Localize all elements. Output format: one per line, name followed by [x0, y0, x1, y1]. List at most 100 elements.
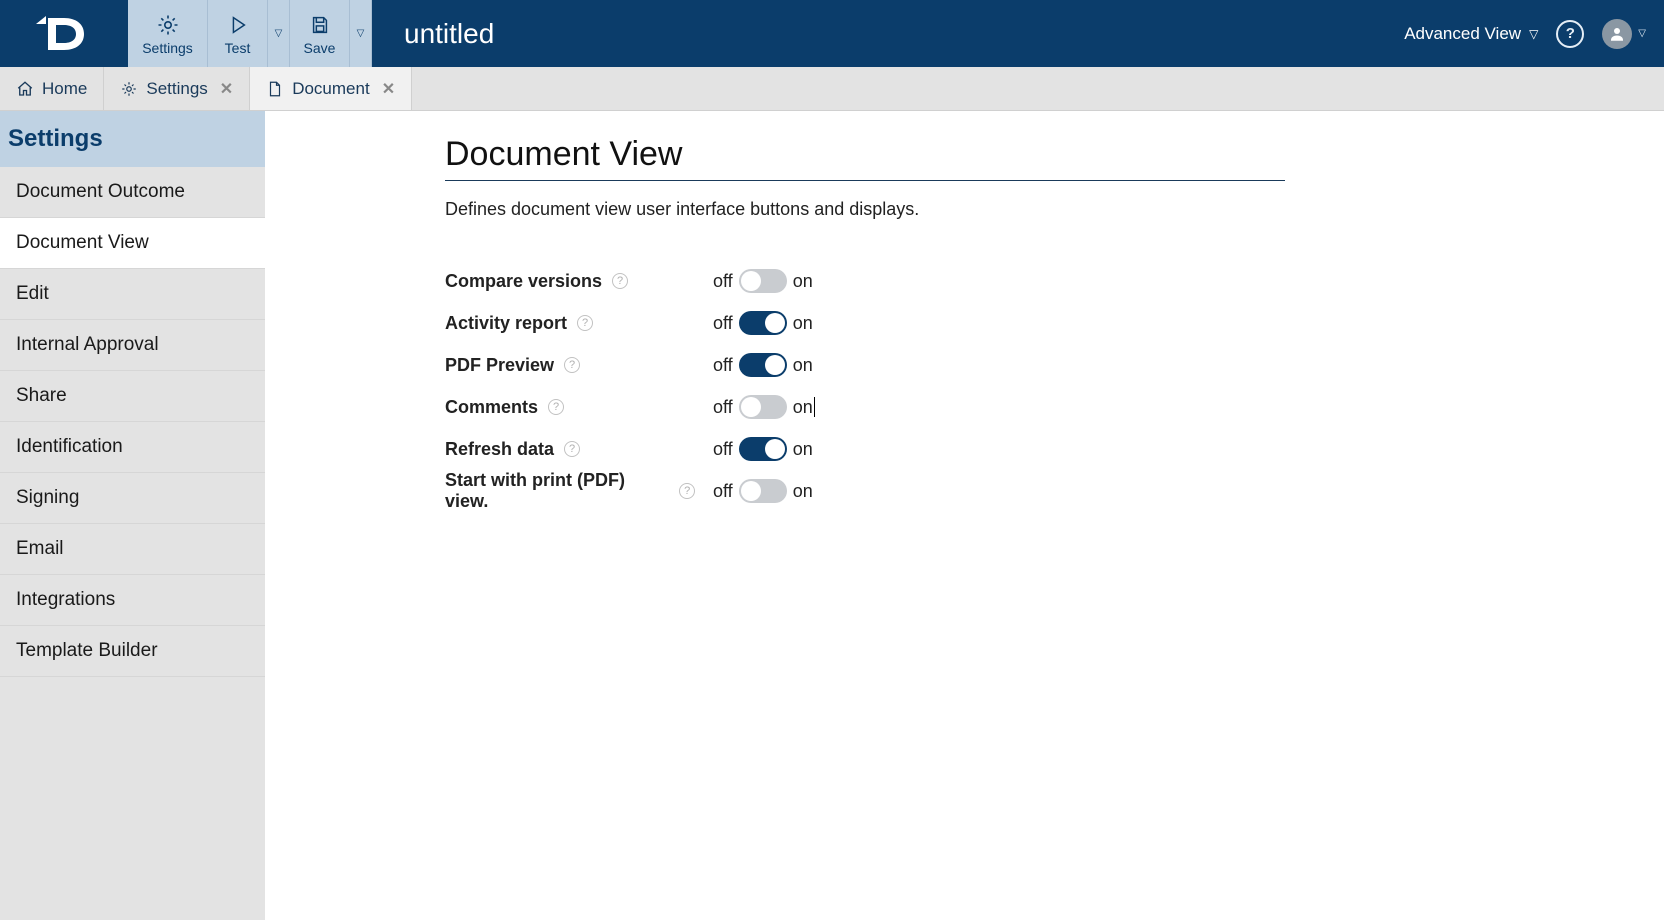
toggle-switch[interactable]	[739, 353, 787, 377]
sidebar-item-edit[interactable]: Edit	[0, 269, 265, 320]
topbar-right: Advanced View ▽ ? ▽	[1404, 0, 1664, 67]
toolbar-test-label: Test	[225, 40, 251, 56]
toolbar-save-dropdown[interactable]: ▽	[350, 0, 372, 67]
gear-icon	[120, 80, 138, 98]
off-label: off	[713, 271, 733, 292]
on-label: on	[793, 439, 813, 460]
setting-row: Refresh data? off on	[445, 428, 1285, 470]
toggle-switch[interactable]	[739, 479, 787, 503]
setting-label: PDF Preview?	[445, 355, 695, 376]
home-icon	[16, 80, 34, 98]
sidebar-item-internal-approval[interactable]: Internal Approval	[0, 320, 265, 371]
toggle-knob	[741, 481, 761, 501]
setting-control: off on	[695, 437, 813, 461]
sidebar-item-document-view[interactable]: Document View	[0, 218, 265, 269]
user-menu-dropdown[interactable]: ▽	[1638, 28, 1646, 39]
view-mode-label: Advanced View	[1404, 24, 1521, 44]
view-mode-toggle[interactable]: Advanced View ▽	[1404, 24, 1538, 44]
off-label: off	[713, 313, 733, 334]
play-icon	[227, 12, 249, 38]
off-label: off	[713, 397, 733, 418]
setting-row: Comments? off on	[445, 386, 1285, 428]
help-icon[interactable]: ?	[564, 441, 580, 457]
on-label: on	[793, 355, 813, 376]
on-label: on	[793, 481, 813, 502]
sidebar-item-email[interactable]: Email	[0, 524, 265, 575]
setting-control: off on	[695, 353, 813, 377]
setting-label: Start with print (PDF) view.?	[445, 470, 695, 512]
help-icon[interactable]: ?	[548, 399, 564, 415]
app-logo	[0, 0, 128, 67]
on-label: on	[793, 271, 813, 292]
page-title: Document View	[445, 135, 1285, 181]
main-content: Document View Defines document view user…	[265, 111, 1664, 920]
toolbar-test-split: Test ▽	[208, 0, 290, 67]
tab-document-close[interactable]: ✕	[382, 79, 395, 99]
sidebar-item-document-outcome[interactable]: Document Outcome	[0, 167, 265, 218]
toggle-switch[interactable]	[739, 269, 787, 293]
toggle-knob	[741, 271, 761, 291]
text-cursor	[814, 397, 815, 417]
setting-label: Activity report?	[445, 313, 695, 334]
toggle-switch[interactable]	[739, 311, 787, 335]
toolbar-settings-button[interactable]: Settings	[128, 0, 208, 67]
help-icon[interactable]: ?	[577, 315, 593, 331]
sidebar-item-signing[interactable]: Signing	[0, 473, 265, 524]
sidebar-item-share[interactable]: Share	[0, 371, 265, 422]
document-icon	[266, 80, 284, 98]
setting-label-text: Comments	[445, 397, 538, 418]
save-icon	[309, 12, 331, 38]
off-label: off	[713, 355, 733, 376]
page-description: Defines document view user interface but…	[445, 199, 1285, 220]
sidebar-item-template-builder[interactable]: Template Builder	[0, 626, 265, 677]
tab-settings-close[interactable]: ✕	[220, 79, 233, 99]
off-label: off	[713, 481, 733, 502]
tab-document[interactable]: Document ✕	[250, 67, 412, 110]
sidebar-item-identification[interactable]: Identification	[0, 422, 265, 473]
setting-control: offon	[695, 311, 813, 335]
setting-control: off on	[695, 395, 813, 419]
tab-strip: Home Settings ✕ Document ✕	[0, 67, 1664, 111]
toggle-switch[interactable]	[739, 437, 787, 461]
tab-settings-label: Settings	[146, 79, 207, 99]
setting-row: Start with print (PDF) view.? off on	[445, 470, 1285, 512]
setting-row: Compare versions? off on	[445, 260, 1285, 302]
setting-label: Refresh data?	[445, 439, 695, 460]
logo-icon	[34, 12, 94, 56]
setting-row: PDF Preview? off on	[445, 344, 1285, 386]
tab-home-label: Home	[42, 79, 87, 99]
on-label: on	[793, 397, 813, 418]
chevron-down-icon: ▽	[357, 28, 365, 39]
setting-label-text: Refresh data	[445, 439, 554, 460]
toolbar-test-dropdown[interactable]: ▽	[268, 0, 290, 67]
toolbar-group: Settings Test ▽	[128, 0, 372, 67]
help-icon[interactable]: ?	[679, 483, 695, 499]
setting-label-text: Activity report	[445, 313, 567, 334]
toolbar-save-split: Save ▽	[290, 0, 372, 67]
help-button[interactable]: ?	[1556, 20, 1584, 48]
help-icon[interactable]: ?	[564, 357, 580, 373]
toggle-switch[interactable]	[739, 395, 787, 419]
tab-home[interactable]: Home	[0, 67, 104, 110]
setting-row: Activity report?offon	[445, 302, 1285, 344]
setting-label: Compare versions?	[445, 271, 695, 292]
user-avatar[interactable]	[1602, 19, 1632, 49]
toggle-knob	[765, 313, 785, 333]
help-icon[interactable]: ?	[612, 273, 628, 289]
setting-control: off on	[695, 479, 813, 503]
tab-settings[interactable]: Settings ✕	[104, 67, 250, 110]
toolbar-save-button[interactable]: Save	[290, 0, 350, 67]
sidebar-item-integrations[interactable]: Integrations	[0, 575, 265, 626]
setting-label-text: Start with print (PDF) view.	[445, 470, 669, 512]
sidebar: Settings Document OutcomeDocument ViewEd…	[0, 111, 265, 920]
toggle-knob	[765, 439, 785, 459]
body: Settings Document OutcomeDocument ViewEd…	[0, 111, 1664, 920]
setting-label-text: PDF Preview	[445, 355, 554, 376]
gear-icon	[156, 12, 180, 38]
off-label: off	[713, 439, 733, 460]
chevron-down-icon: ▽	[275, 28, 283, 39]
document-title: untitled	[372, 0, 1404, 67]
setting-label: Comments?	[445, 397, 695, 418]
toolbar-test-button[interactable]: Test	[208, 0, 268, 67]
top-bar: Settings Test ▽	[0, 0, 1664, 67]
